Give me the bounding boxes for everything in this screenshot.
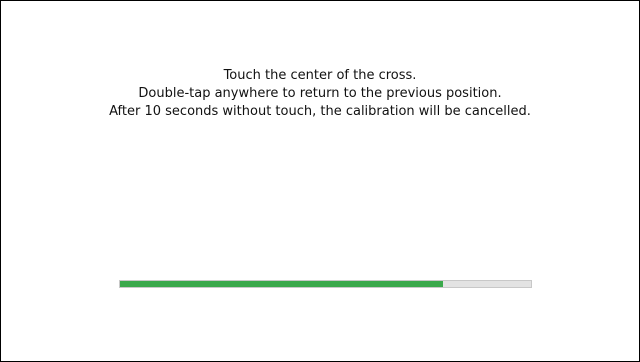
- instruction-touch-center: Touch the center of the cross.: [223, 68, 417, 83]
- calibration-progress-bar: [119, 280, 532, 288]
- instruction-timeout: After 10 seconds without touch, the cali…: [109, 104, 531, 119]
- calibration-progress-fill: [120, 281, 443, 287]
- calibration-screen[interactable]: Touch the center of the cross. Double-ta…: [0, 0, 640, 362]
- calibration-instructions: Touch the center of the cross. Double-ta…: [1, 67, 639, 121]
- instruction-double-tap: Double-tap anywhere to return to the pre…: [138, 86, 502, 101]
